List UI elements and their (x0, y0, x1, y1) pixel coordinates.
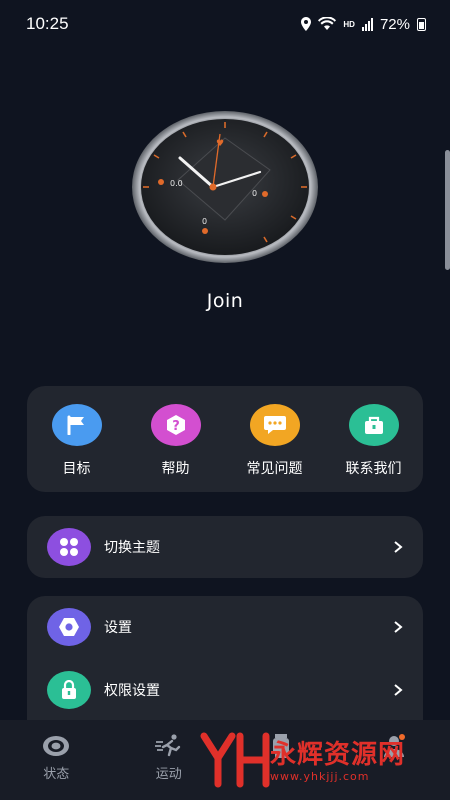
watch-face-name: Join (206, 290, 244, 312)
tab-status[interactable]: 状态 (0, 720, 113, 800)
watch-readout-bottom: 0 (202, 217, 207, 226)
watch-readout-left: 0.0 (170, 179, 183, 188)
location-icon (301, 17, 312, 31)
lock-icon (47, 671, 91, 709)
menu-item-settings[interactable]: 设置 (27, 597, 423, 657)
status-time: 10:25 (26, 14, 69, 33)
status-icons: HD 72% (301, 16, 426, 33)
running-icon (154, 734, 180, 757)
status-bar: 10:25 HD 72% (0, 0, 450, 48)
quick-action-contact[interactable]: 联系我们 (324, 386, 423, 492)
watch-face-image: ♥ 0.0 0 0 (132, 111, 318, 263)
chevron-right-icon (394, 621, 403, 633)
svg-text:?: ? (172, 419, 180, 434)
watch-readout-right: 0 (252, 189, 257, 198)
quick-action-label: 目标 (62, 461, 91, 477)
tab-label: 运动 (155, 767, 182, 782)
watermark-text-block: 永辉资源网 www.yhkjjj.com (270, 740, 405, 783)
menu-item-permissions[interactable]: 权限设置 (27, 660, 423, 720)
watch-face-preview[interactable]: ♥ 0.0 0 0 (130, 110, 320, 265)
menu-item-switch-theme[interactable]: 切换主题 (27, 517, 423, 577)
battery-percent: 72% (379, 15, 410, 33)
flag-icon (51, 404, 102, 446)
svg-text:♥: ♥ (216, 139, 224, 149)
scrollbar-thumb[interactable] (445, 150, 450, 270)
briefcase-icon (348, 404, 399, 446)
quick-action-faq[interactable]: 常见问题 (225, 386, 324, 492)
tab-label: 状态 (43, 767, 70, 782)
quick-action-label: 联系我们 (345, 461, 402, 477)
menu-item-label: 切换主题 (104, 540, 160, 556)
quick-action-goal[interactable]: 目标 (27, 386, 126, 492)
eye-ring-icon (43, 736, 70, 756)
watermark-logo (200, 732, 270, 788)
menu-item-label: 设置 (104, 620, 132, 636)
quick-action-help[interactable]: ? 帮助 (126, 386, 225, 492)
quick-action-label: 帮助 (161, 461, 190, 477)
hexagon-nut-icon (47, 608, 91, 646)
battery-icon (417, 17, 426, 31)
settings-card: 设置 权限设置 (27, 596, 423, 726)
chat-bubble-icon (249, 404, 300, 446)
theme-card: 切换主题 (27, 516, 423, 578)
watermark-title: 永辉资源网 (270, 739, 406, 770)
watermark-url: www.yhkjjj.com (270, 769, 370, 783)
signal-icon (361, 17, 373, 31)
watermark: 永辉资源网 www.yhkjjj.com (200, 728, 445, 794)
quick-action-label: 常见问题 (246, 461, 303, 477)
grid-icon (47, 528, 91, 566)
chevron-right-icon (394, 541, 403, 553)
chevron-right-icon (394, 684, 403, 696)
question-icon: ? (150, 404, 201, 446)
wifi-icon (318, 17, 337, 30)
hd-indicator: HD (343, 19, 355, 29)
quick-actions-card: 目标 ? 帮助 常见问题 联系我们 (27, 386, 423, 492)
menu-item-label: 权限设置 (104, 683, 160, 699)
